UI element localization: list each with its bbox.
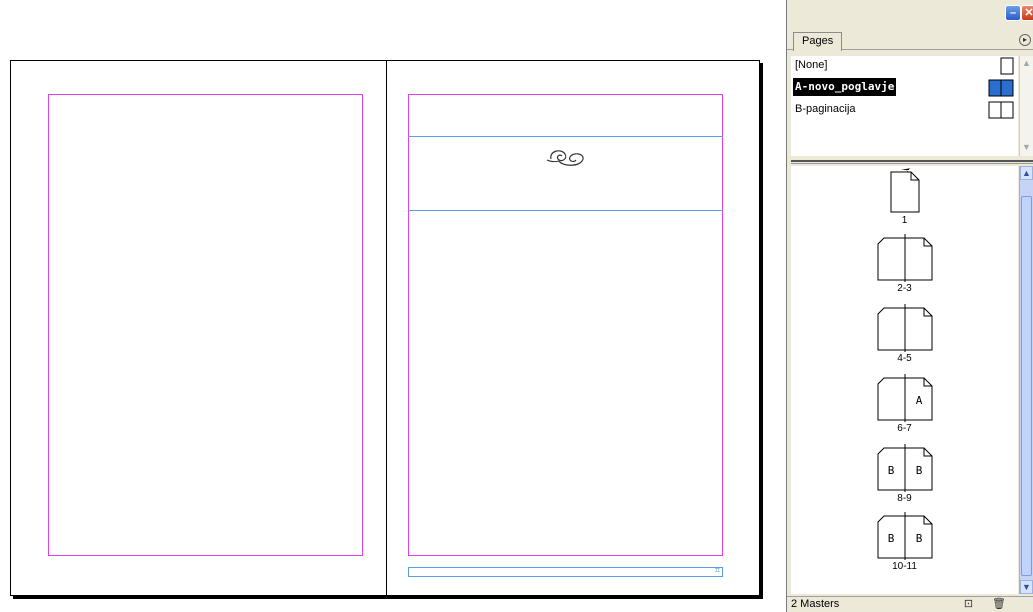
page-master-letter: B [887,464,894,477]
page-master-letter: B [915,464,922,477]
master-item-label: B-paginacija [795,103,856,115]
minimize-icon[interactable]: – [1005,5,1021,21]
panel-status-bar: 2 Masters ⊡ 🗑 [787,596,1033,612]
right-page[interactable]: ⌗ [387,61,761,595]
masters-count: 2 Masters [791,598,840,610]
page-entry-2-3[interactable]: 2-3 [791,234,1018,294]
page-master-letter: A [915,394,922,407]
scroll-down-icon[interactable]: ▼ [1022,142,1031,152]
pages-panel: – ✕ Pages ▸ [None] A-novo_poglavje B-pag… [786,0,1033,612]
pages-list: 1 2-3 4-5 A 6-7 B B 8-9 B B 10-11 [791,166,1018,594]
page-entry-10-11[interactable]: B B 10-11 [791,512,1018,572]
spread-thumbnail-icon [988,79,1014,97]
close-icon[interactable]: ✕ [1021,5,1033,21]
page-master-letter: B [915,532,922,545]
master-item-b-paginacija[interactable]: B-paginacija [791,100,1018,122]
master-item-label: A-novo_poglavje [793,78,897,96]
page-entry-8-9[interactable]: B B 8-9 [791,444,1018,504]
pages-scrollbar[interactable]: ▲ ▼ [1019,166,1033,594]
master-item-none[interactable]: [None] [791,56,1018,78]
scroll-down-icon[interactable]: ▼ [1020,580,1033,594]
panel-tab-row: Pages ▸ [787,28,1033,51]
page-number: 1 [901,215,908,226]
document-spread[interactable]: ⌗ [10,60,760,596]
overset-icon: ⌗ [714,565,720,575]
page-entry-4-5[interactable]: 4-5 [791,304,1018,364]
spread-thumbnail-icon: B B [877,512,932,560]
single-page-thumbnail-icon [890,168,919,213]
horizontal-guide-bottom[interactable] [408,210,723,211]
panel-menu-icon[interactable]: ▸ [1019,34,1031,46]
page-number: 10-11 [892,561,917,572]
masters-list: [None] A-novo_poglavje B-paginacija [791,56,1018,156]
horizontal-guide-top[interactable] [408,136,723,137]
panel-titlebar[interactable]: – ✕ [787,0,1033,28]
trash-icon[interactable]: 🗑 [992,598,1006,610]
spread-thumbnail-icon [877,234,932,282]
panel-divider-handle[interactable] [791,160,1033,164]
spread-thumbnail-icon [988,101,1014,119]
left-page-margin-guide [48,94,363,556]
masters-scrollbar[interactable]: ▲ ▼ [1019,56,1033,156]
page-number: 6-7 [897,423,912,434]
tab-pages[interactable]: Pages [793,32,843,51]
master-item-a-novo-poglavje[interactable]: A-novo_poglavje [791,78,1018,100]
scroll-up-icon[interactable]: ▲ [1020,166,1033,180]
scroll-up-icon[interactable]: ▲ [1022,58,1031,68]
page-number: 4-5 [897,353,912,364]
spread-thumbnail-icon: B B [877,444,932,492]
spread-thumbnail-icon: A [877,374,932,422]
page-thumbnail-icon [1000,57,1014,75]
page-number: 8-9 [897,493,912,504]
scrollbar-thumb[interactable] [1021,196,1032,576]
left-page[interactable] [11,61,385,595]
page-entry-1[interactable]: 1 [791,168,1018,226]
page-entry-6-7[interactable]: A 6-7 [791,374,1018,434]
new-page-icon[interactable]: ⊡ [962,598,975,610]
spread-thumbnail-icon [877,304,932,352]
page-master-letter: B [887,532,894,545]
page-number: 2-3 [897,283,912,294]
ornament-graphic[interactable] [545,145,589,171]
master-item-label: [None] [795,59,828,71]
folio-text-frame[interactable]: ⌗ [408,565,723,577]
